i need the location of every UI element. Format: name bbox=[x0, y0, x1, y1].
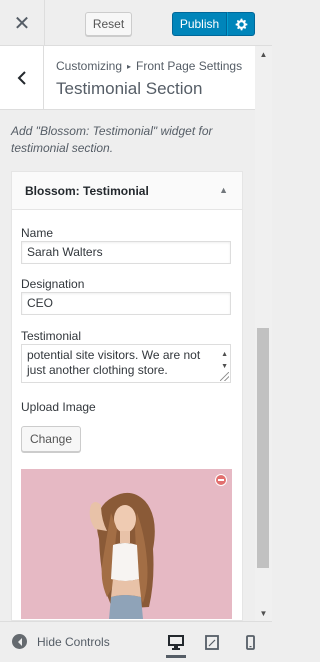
collapse-arrow-icon bbox=[12, 634, 27, 649]
breadcrumb-parent: Front Page Settings bbox=[136, 59, 243, 73]
scroll-thumb[interactable] bbox=[257, 328, 269, 568]
mobile-icon bbox=[245, 634, 255, 650]
publish-button[interactable]: Publish bbox=[172, 12, 227, 36]
caret-up-icon[interactable]: ▲ bbox=[219, 185, 228, 195]
mobile-preview-button[interactable] bbox=[240, 632, 260, 652]
gear-icon bbox=[235, 18, 247, 30]
scroll-down-arrow-icon[interactable]: ▼ bbox=[255, 607, 272, 619]
name-label: Name bbox=[21, 226, 54, 240]
customizer-header: ✕ Reset Publish bbox=[0, 0, 272, 46]
designation-label: Designation bbox=[21, 277, 85, 291]
section-description: Add "Blossom: Testimonial" widget for te… bbox=[11, 124, 213, 155]
tablet-icon bbox=[205, 634, 219, 650]
close-icon: ✕ bbox=[13, 12, 31, 35]
hide-controls-button[interactable]: Hide Controls bbox=[12, 634, 110, 649]
customizer-footer: Hide Controls bbox=[0, 621, 272, 662]
testimonial-widget: Blossom: Testimonial ▲ Name Sarah Walter… bbox=[11, 171, 243, 621]
testimonial-text: potential site visitors. We are not just… bbox=[27, 348, 201, 377]
breadcrumb-root: Customizing bbox=[56, 59, 123, 73]
testimonial-textarea[interactable]: potential site visitors. We are not just… bbox=[21, 344, 231, 383]
change-image-button[interactable]: Change bbox=[21, 426, 81, 452]
name-input[interactable]: Sarah Walters bbox=[21, 241, 231, 264]
section-title: Testimonial Section bbox=[56, 79, 203, 98]
tablet-preview-button[interactable] bbox=[202, 632, 222, 652]
desktop-preview-button[interactable] bbox=[166, 627, 186, 658]
widget-header[interactable]: Blossom: Testimonial ▲ bbox=[12, 172, 242, 210]
breadcrumb: Customizing ▸ Front Page Settings bbox=[56, 59, 242, 73]
reset-button[interactable]: Reset bbox=[85, 12, 132, 36]
breadcrumb-separator-icon: ▸ bbox=[127, 62, 132, 71]
resize-handle-icon[interactable] bbox=[220, 372, 229, 381]
designation-input[interactable]: CEO bbox=[21, 292, 231, 315]
remove-circle-icon[interactable] bbox=[215, 474, 227, 486]
panel-scrollbar[interactable]: ▲ ▼ bbox=[255, 46, 272, 621]
upload-image-label: Upload Image bbox=[21, 400, 96, 414]
testimonial-label: Testimonial bbox=[21, 329, 82, 343]
scroll-up-arrow-icon[interactable]: ▲ bbox=[255, 48, 272, 60]
portrait-image-icon bbox=[21, 469, 232, 619]
widget-title: Blossom: Testimonial bbox=[25, 184, 149, 198]
section-header: Customizing ▸ Front Page Settings Testimon… bbox=[0, 46, 255, 110]
publish-settings-button[interactable] bbox=[227, 12, 255, 36]
back-button[interactable] bbox=[0, 46, 44, 110]
desktop-icon bbox=[168, 634, 184, 650]
testimonial-image-preview bbox=[21, 469, 232, 619]
chevron-left-icon bbox=[17, 71, 26, 85]
close-customizer-button[interactable]: ✕ bbox=[0, 0, 45, 46]
hide-controls-label: Hide Controls bbox=[37, 634, 110, 649]
